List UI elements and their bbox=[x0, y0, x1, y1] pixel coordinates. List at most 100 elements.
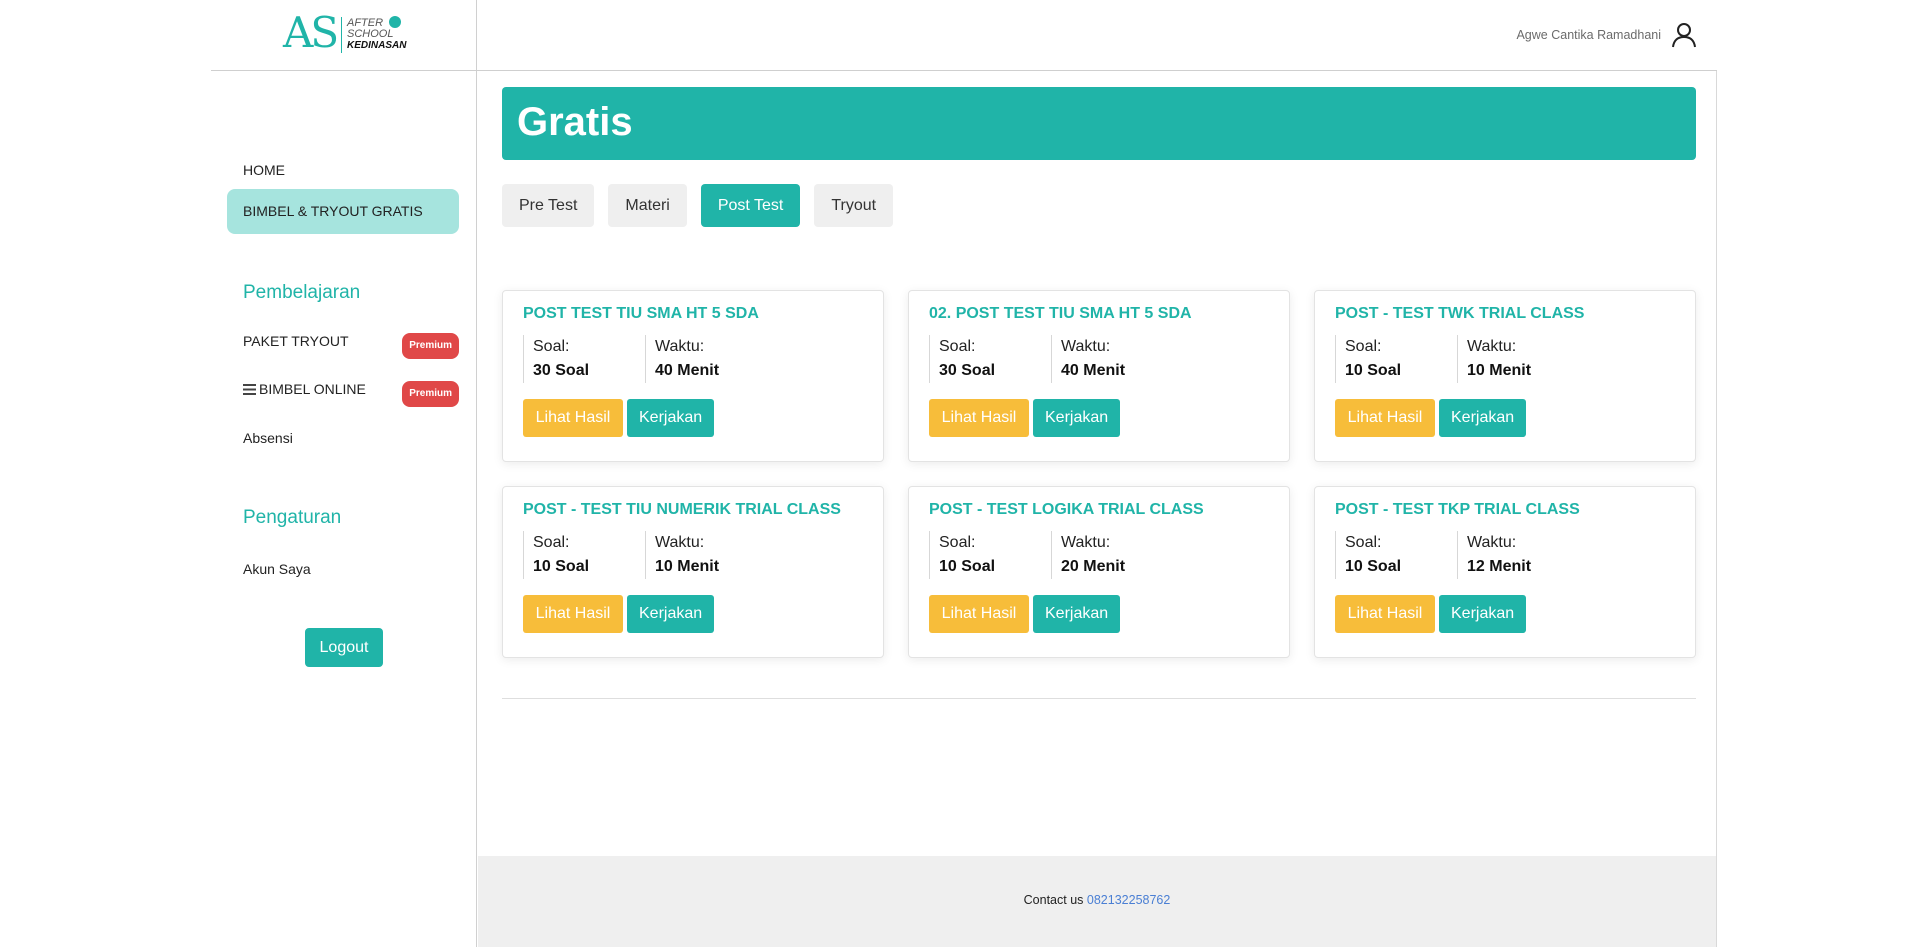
soal-label: Soal: bbox=[1345, 338, 1382, 355]
test-card: POST - TEST TWK TRIAL CLASS Soal: 10 Soa… bbox=[1314, 290, 1696, 462]
sidebar-item-absensi[interactable]: Absensi bbox=[227, 427, 459, 449]
card-title: POST - TEST TWK TRIAL CLASS bbox=[1335, 305, 1585, 322]
soal-stat: Soal: 10 Soal bbox=[1335, 335, 1457, 383]
test-card: POST - TEST LOGIKA TRIAL CLASS Soal: 10 … bbox=[908, 486, 1290, 658]
card-title: 02. POST TEST TIU SMA HT 5 SDA bbox=[929, 305, 1192, 322]
waktu-value: 12 Menit bbox=[1467, 558, 1532, 575]
kerjakan-button[interactable]: Kerjakan bbox=[627, 595, 714, 633]
tab-post-test[interactable]: Post Test bbox=[700, 184, 801, 227]
waktu-value: 10 Menit bbox=[655, 558, 720, 575]
waktu-label: Waktu: bbox=[655, 338, 705, 355]
soal-value: 10 Soal bbox=[1345, 362, 1402, 379]
waktu-stat: Waktu: 12 Menit bbox=[1457, 531, 1531, 579]
logo-line3: KEDINASAN bbox=[347, 40, 407, 51]
top-header: AS AFTER SCHOOL KEDINASAN Agwe Cantika R… bbox=[211, 0, 1717, 71]
waktu-stat: Waktu: 40 Menit bbox=[645, 335, 719, 383]
brand-logo[interactable]: AS AFTER SCHOOL KEDINASAN bbox=[211, 0, 477, 70]
contact-phone-link[interactable]: 082132258762 bbox=[1087, 893, 1170, 907]
user-icon[interactable] bbox=[1671, 22, 1697, 48]
content-divider bbox=[502, 698, 1696, 699]
lihat-hasil-button[interactable]: Lihat Hasil bbox=[929, 399, 1029, 437]
lihat-hasil-button[interactable]: Lihat Hasil bbox=[523, 595, 623, 633]
soal-label: Soal: bbox=[939, 338, 976, 355]
soal-stat: Soal: 30 Soal bbox=[929, 335, 1051, 383]
waktu-value: 40 Menit bbox=[655, 362, 720, 379]
lihat-hasil-button[interactable]: Lihat Hasil bbox=[929, 595, 1029, 633]
tab-pre-test[interactable]: Pre Test bbox=[502, 184, 595, 227]
user-menu[interactable]: Agwe Cantika Ramadhani bbox=[1516, 22, 1697, 48]
soal-stat: Soal: 30 Soal bbox=[523, 335, 645, 383]
waktu-stat: Waktu: 20 Menit bbox=[1051, 531, 1125, 579]
waktu-value: 20 Menit bbox=[1061, 558, 1126, 575]
waktu-stat: Waktu: 10 Menit bbox=[1457, 335, 1531, 383]
page-banner: Gratis bbox=[502, 87, 1696, 160]
test-card-grid: POST TEST TIU SMA HT 5 SDA Soal: 30 Soal… bbox=[502, 290, 1696, 658]
section-title-pembelajaran: Pembelajaran bbox=[243, 282, 361, 303]
waktu-stat: Waktu: 40 Menit bbox=[1051, 335, 1125, 383]
waktu-label: Waktu: bbox=[1467, 534, 1517, 551]
soal-stat: Soal: 10 Soal bbox=[523, 531, 645, 579]
soal-label: Soal: bbox=[1345, 534, 1382, 551]
sidebar-item-label: BIMBEL & TRYOUT GRATIS bbox=[243, 203, 423, 219]
waktu-label: Waktu: bbox=[1061, 338, 1111, 355]
sidebar-item-home[interactable]: HOME bbox=[227, 159, 459, 181]
sidebar-item-bimbel-tryout-gratis[interactable]: BIMBEL & TRYOUT GRATIS bbox=[227, 189, 459, 234]
soal-value: 10 Soal bbox=[939, 558, 996, 575]
sidebar-item-label: BIMBEL ONLINE bbox=[259, 381, 366, 397]
waktu-stat: Waktu: 10 Menit bbox=[645, 531, 719, 579]
waktu-value: 10 Menit bbox=[1467, 362, 1532, 379]
contact-label: Contact us bbox=[1023, 893, 1084, 907]
soal-stat: Soal: 10 Soal bbox=[929, 531, 1051, 579]
lihat-hasil-button[interactable]: Lihat Hasil bbox=[1335, 595, 1435, 633]
footer: Contact us 082132258762 bbox=[478, 856, 1716, 947]
soal-value: 10 Soal bbox=[533, 558, 590, 575]
test-card: POST TEST TIU SMA HT 5 SDA Soal: 30 Soal… bbox=[502, 290, 884, 462]
waktu-label: Waktu: bbox=[1061, 534, 1111, 551]
soal-label: Soal: bbox=[533, 338, 570, 355]
card-title: POST - TEST LOGIKA TRIAL CLASS bbox=[929, 501, 1204, 518]
logo-divider bbox=[341, 17, 342, 53]
page-title: Gratis bbox=[517, 100, 633, 144]
soal-stat: Soal: 10 Soal bbox=[1335, 531, 1457, 579]
tab-materi[interactable]: Materi bbox=[608, 184, 687, 227]
premium-badge: Premium bbox=[402, 381, 459, 407]
soal-value: 30 Soal bbox=[939, 362, 996, 379]
kerjakan-button[interactable]: Kerjakan bbox=[1439, 399, 1526, 437]
test-card: 02. POST TEST TIU SMA HT 5 SDA Soal: 30 … bbox=[908, 290, 1290, 462]
waktu-value: 40 Menit bbox=[1061, 362, 1126, 379]
soal-label: Soal: bbox=[939, 534, 976, 551]
user-name: Agwe Cantika Ramadhani bbox=[1516, 28, 1661, 42]
logo-tagline: AFTER SCHOOL KEDINASAN bbox=[347, 18, 407, 52]
sidebar-item-bimbel-online[interactable]: BIMBEL ONLINE Premium bbox=[227, 378, 459, 407]
test-card: POST - TEST TKP TRIAL CLASS Soal: 10 Soa… bbox=[1314, 486, 1696, 658]
card-title: POST - TEST TIU NUMERIK TRIAL CLASS bbox=[523, 501, 841, 518]
logo-line2: SCHOOL bbox=[347, 28, 394, 40]
soal-value: 10 Soal bbox=[1345, 558, 1402, 575]
sidebar-item-label: PAKET TRYOUT bbox=[243, 333, 349, 349]
kerjakan-button[interactable]: Kerjakan bbox=[1033, 595, 1120, 633]
logo-letters: AS bbox=[283, 8, 339, 57]
sidebar-item-label: Absensi bbox=[243, 430, 293, 446]
kerjakan-button[interactable]: Kerjakan bbox=[1033, 399, 1120, 437]
sidebar-item-label: Akun Saya bbox=[243, 561, 311, 577]
premium-badge: Premium bbox=[402, 333, 459, 359]
lihat-hasil-button[interactable]: Lihat Hasil bbox=[1335, 399, 1435, 437]
card-title: POST - TEST TKP TRIAL CLASS bbox=[1335, 501, 1580, 518]
footer-contact: Contact us 082132258762 bbox=[478, 893, 1716, 907]
sidebar: HOME BIMBEL & TRYOUT GRATIS Pembelajaran… bbox=[211, 71, 477, 947]
tab-tryout[interactable]: Tryout bbox=[814, 184, 894, 227]
kerjakan-button[interactable]: Kerjakan bbox=[627, 399, 714, 437]
waktu-label: Waktu: bbox=[1467, 338, 1517, 355]
tab-bar: Pre Test Materi Post Test Tryout bbox=[502, 184, 894, 227]
sidebar-item-paket-tryout[interactable]: PAKET TRYOUT Premium bbox=[227, 330, 459, 359]
sidebar-item-label: HOME bbox=[243, 162, 285, 178]
test-card: POST - TEST TIU NUMERIK TRIAL CLASS Soal… bbox=[502, 486, 884, 658]
card-title: POST TEST TIU SMA HT 5 SDA bbox=[523, 305, 759, 322]
soal-value: 30 Soal bbox=[533, 362, 590, 379]
lihat-hasil-button[interactable]: Lihat Hasil bbox=[523, 399, 623, 437]
soal-label: Soal: bbox=[533, 534, 570, 551]
sidebar-item-akun-saya[interactable]: Akun Saya bbox=[227, 558, 459, 580]
logout-button[interactable]: Logout bbox=[305, 628, 383, 667]
hamburger-icon bbox=[243, 379, 256, 395]
kerjakan-button[interactable]: Kerjakan bbox=[1439, 595, 1526, 633]
